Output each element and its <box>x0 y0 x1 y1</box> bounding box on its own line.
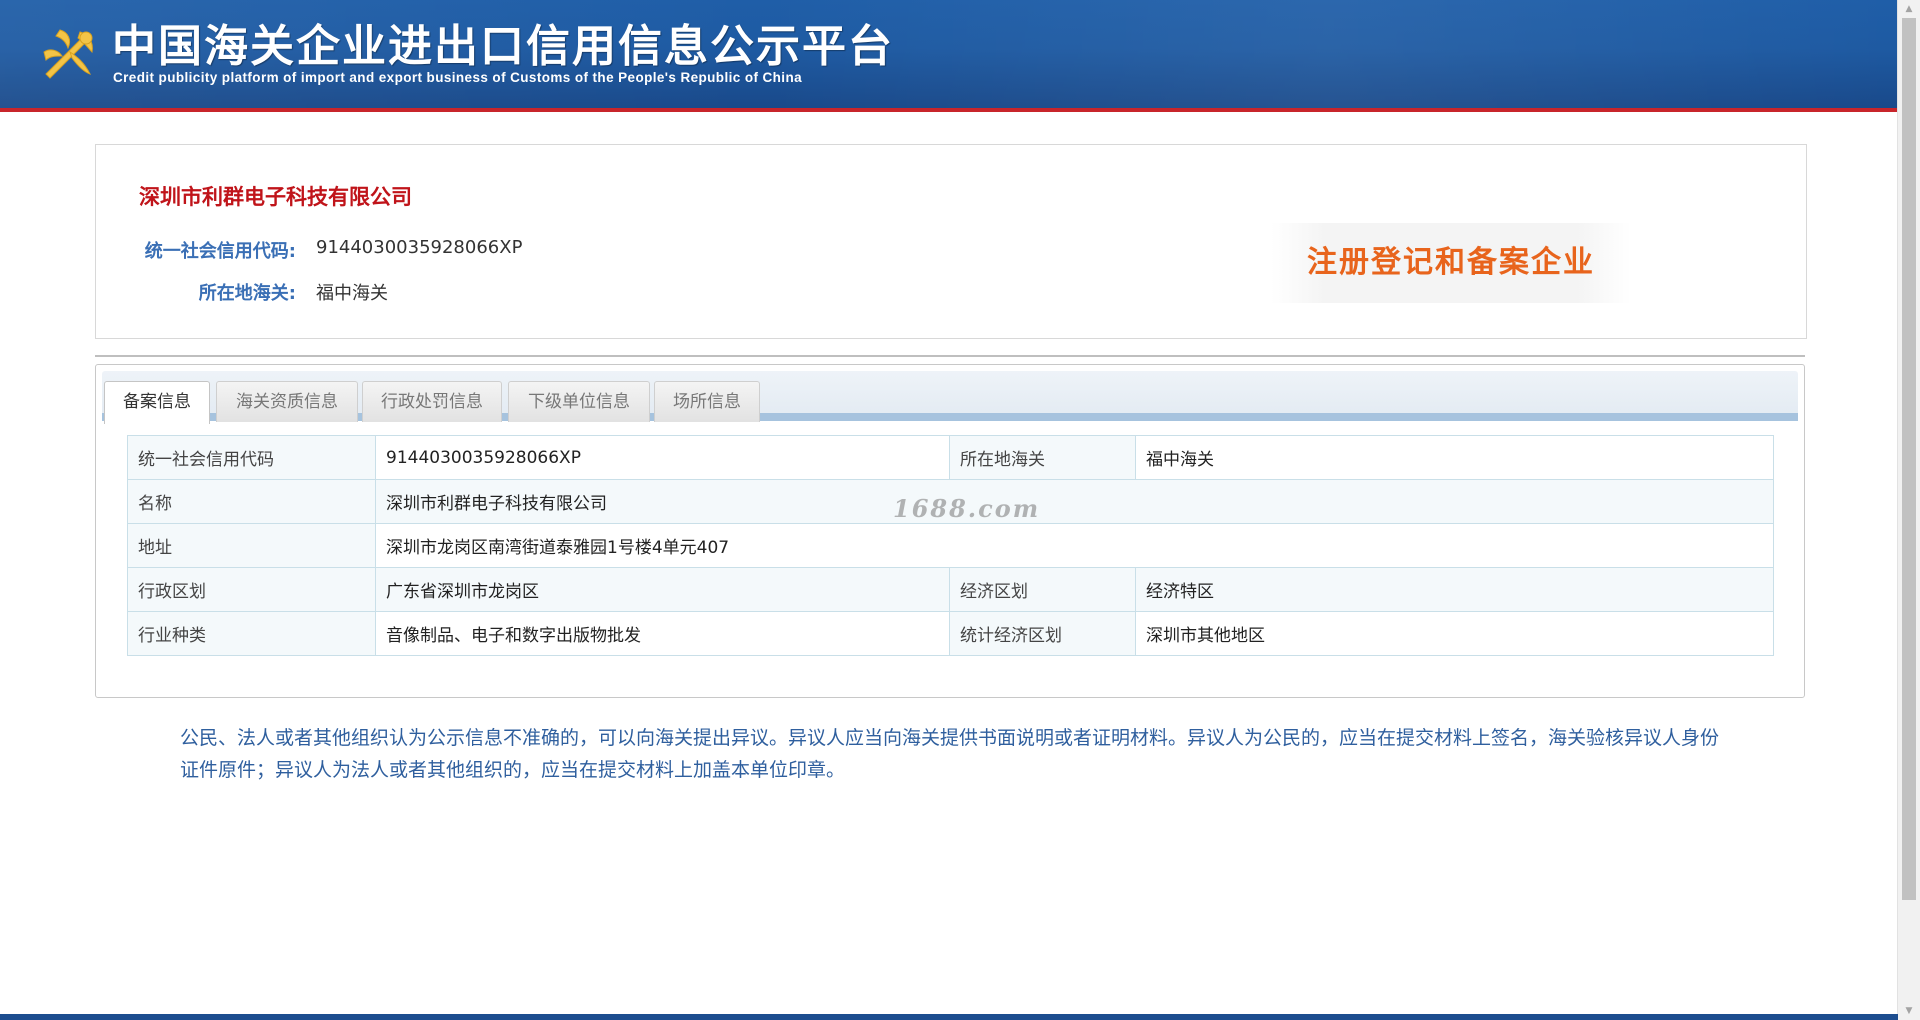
table-key-cell: 行业种类 <box>127 611 376 656</box>
customs-label: 所在地海关: <box>198 283 296 304</box>
record-info-panel: 备案信息 海关资质信息 行政处罚信息 下级单位信息 场所信息 统一社会信用代码 … <box>95 364 1805 698</box>
company-name: 深圳市利群电子科技有限公司 <box>139 185 412 209</box>
table-value-cell: 深圳市利群电子科技有限公司 <box>375 479 1774 524</box>
tab-administrative-penalty[interactable]: 行政处罚信息 <box>362 381 502 422</box>
table-key-cell: 经济区划 <box>949 567 1136 612</box>
table-row: 行业种类 音像制品、电子和数字出版物批发 统计经济区划 深圳市其他地区 <box>127 611 1774 656</box>
site-header: 中国海关企业进出口信用信息公示平台 Credit publicity platf… <box>0 0 1898 112</box>
table-key-cell: 所在地海关 <box>949 435 1136 480</box>
table-row: 地址 深圳市龙岗区南湾街道泰雅园1号楼4单元407 <box>127 523 1774 568</box>
site-subtitle: Credit publicity platform of import and … <box>113 70 803 85</box>
scrollbar-thumb[interactable] <box>1902 18 1916 900</box>
site-title: 中国海关企业进出口信用信息公示平台 <box>112 21 894 72</box>
company-summary-card: 深圳市利群电子科技有限公司 统一社会信用代码: 9144030035928066… <box>95 144 1807 339</box>
section-divider <box>95 355 1805 357</box>
credit-code-label: 统一社会信用代码: <box>144 241 296 262</box>
table-key-cell: 统计经济区划 <box>949 611 1136 656</box>
customs-value: 福中海关 <box>316 283 388 304</box>
customs-emblem-icon <box>43 29 93 79</box>
scroll-up-arrow-icon[interactable]: ▲ <box>1898 0 1920 18</box>
tab-subordinate-units[interactable]: 下级单位信息 <box>508 381 650 422</box>
table-value-cell: 深圳市其他地区 <box>1135 611 1774 656</box>
table-value-cell: 广东省深圳市龙岗区 <box>375 567 950 612</box>
table-row: 统一社会信用代码 9144030035928066XP 所在地海关 福中海关 <box>127 435 1774 480</box>
table-row: 行政区划 广东省深圳市龙岗区 经济区划 经济特区 <box>127 567 1774 612</box>
table-value-cell: 福中海关 <box>1135 435 1774 480</box>
table-value-cell: 音像制品、电子和数字出版物批发 <box>375 611 950 656</box>
credit-code-value: 9144030035928066XP <box>316 237 523 258</box>
scroll-down-arrow-icon[interactable]: ▼ <box>1898 1002 1920 1020</box>
watermark-text: 1688.com <box>893 494 1041 523</box>
table-key-cell: 名称 <box>127 479 376 524</box>
record-info-table: 统一社会信用代码 9144030035928066XP 所在地海关 福中海关 名… <box>127 435 1774 656</box>
tab-premises-info[interactable]: 场所信息 <box>654 381 760 422</box>
vertical-scrollbar[interactable]: ▲ ▼ <box>1897 0 1920 1020</box>
table-value-cell: 深圳市龙岗区南湾街道泰雅园1号楼4单元407 <box>375 523 1774 568</box>
table-key-cell: 地址 <box>127 523 376 568</box>
table-key-cell: 统一社会信用代码 <box>127 435 376 480</box>
tab-record-info[interactable]: 备案信息 <box>104 381 210 424</box>
tab-bar: 备案信息 海关资质信息 行政处罚信息 下级单位信息 场所信息 <box>102 371 1798 424</box>
table-value-cell: 经济特区 <box>1135 567 1774 612</box>
footer-bar <box>0 1014 1898 1020</box>
table-value-cell: 9144030035928066XP <box>375 435 950 480</box>
tab-customs-qualification[interactable]: 海关资质信息 <box>216 381 358 422</box>
status-stamp: 注册登记和备案企业 <box>1271 223 1631 303</box>
table-key-cell: 行政区划 <box>127 567 376 612</box>
objection-notice: 公民、法人或者其他组织认为公示信息不准确的，可以向海关提出异议。异议人应当向海关… <box>180 727 1720 781</box>
